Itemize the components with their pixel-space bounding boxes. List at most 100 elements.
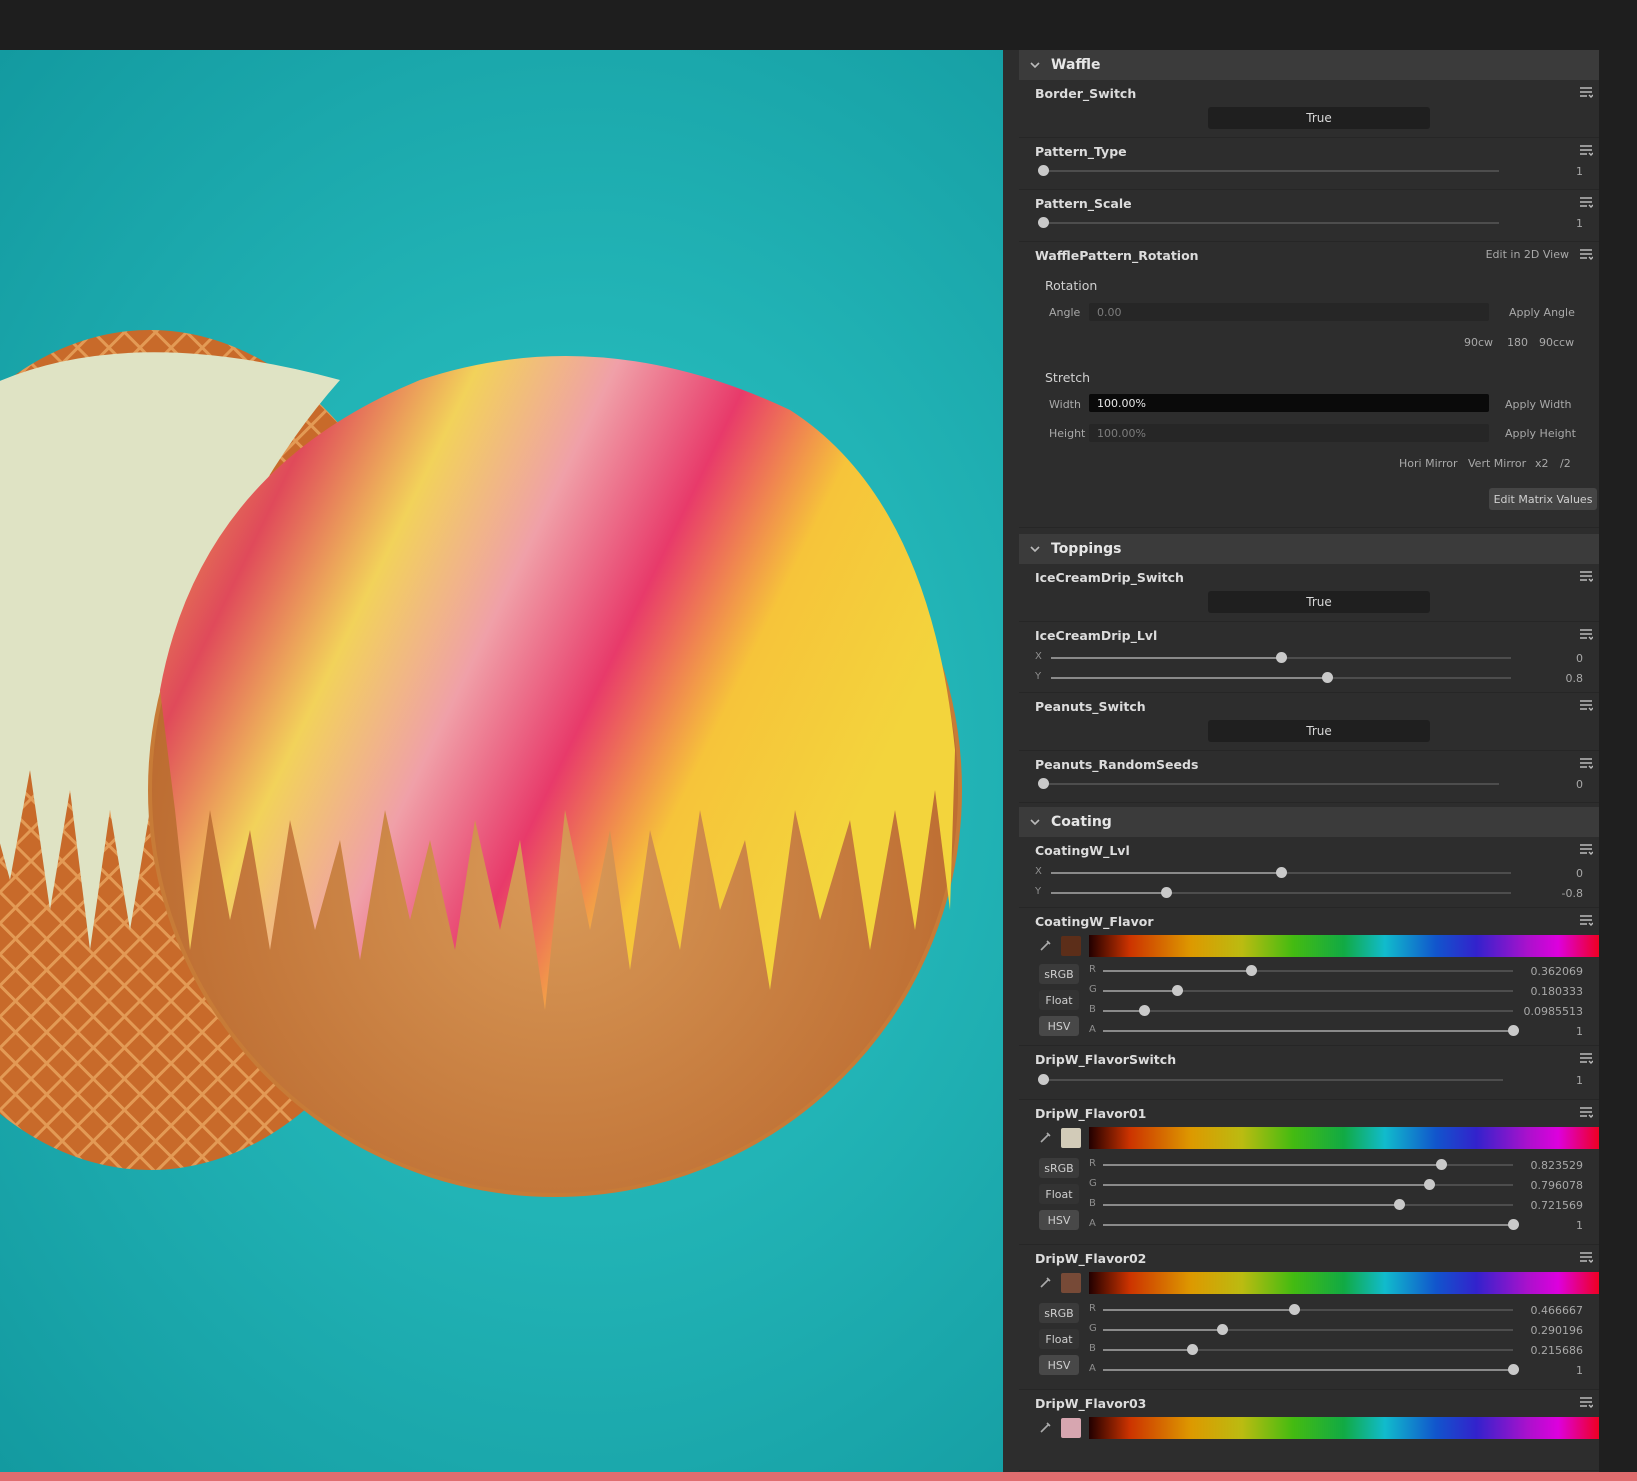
coating-lvl-x-slider[interactable] (1051, 867, 1511, 878)
pattern-scale-slider[interactable] (1038, 217, 1499, 228)
slider-value: 1 (1576, 217, 1583, 230)
hsv-mode-button[interactable]: HSV (1039, 1355, 1079, 1375)
b-slider[interactable] (1103, 1199, 1513, 1210)
g-label: G (1089, 1323, 1097, 1334)
rotate-90cw-button[interactable]: 90cw (1464, 336, 1493, 349)
r-label: R (1089, 964, 1096, 975)
right-edge (1599, 50, 1637, 1472)
param-menu-icon[interactable] (1579, 1250, 1593, 1264)
icecream-lvl-y-slider[interactable] (1051, 672, 1511, 683)
param-menu-icon[interactable] (1579, 756, 1593, 770)
param-menu-icon[interactable] (1579, 85, 1593, 99)
param-menu-icon[interactable] (1579, 1395, 1593, 1409)
color-spectrum[interactable] (1089, 935, 1599, 957)
y-axis-label: Y (1035, 886, 1042, 897)
param-menu-icon[interactable] (1579, 913, 1593, 927)
hsv-mode-button[interactable]: HSV (1039, 1210, 1079, 1230)
color-swatch[interactable] (1061, 1128, 1081, 1148)
width-input[interactable]: 100.00% (1089, 394, 1489, 412)
a-value: 1 (1576, 1219, 1583, 1232)
b-slider[interactable] (1103, 1005, 1513, 1016)
color-spectrum[interactable] (1089, 1417, 1599, 1439)
float-mode-button[interactable]: Float (1039, 1184, 1079, 1204)
a-slider[interactable] (1103, 1364, 1519, 1375)
a-slider[interactable] (1103, 1219, 1519, 1230)
apply-angle-button[interactable]: Apply Angle (1509, 306, 1575, 319)
angle-label: Angle (1049, 306, 1081, 319)
icecream-switch-toggle[interactable]: True (1208, 591, 1430, 613)
param-menu-icon[interactable] (1579, 1051, 1593, 1065)
x-axis-label: X (1035, 651, 1042, 662)
eyedropper-icon[interactable] (1039, 1275, 1053, 1289)
height-input[interactable]: 100.00% (1089, 424, 1489, 442)
color-spectrum[interactable] (1089, 1127, 1599, 1149)
r-slider[interactable] (1103, 1159, 1513, 1170)
color-spectrum[interactable] (1089, 1272, 1599, 1294)
a-slider[interactable] (1103, 1025, 1519, 1036)
color-swatch[interactable] (1061, 1418, 1081, 1438)
section-header-waffle[interactable]: Waffle (1019, 50, 1599, 80)
param-label: CoatingW_Flavor (1035, 914, 1154, 929)
g-slider[interactable] (1103, 1324, 1513, 1335)
edit-in-2d-view-link[interactable]: Edit in 2D View (1486, 248, 1569, 261)
apply-width-button[interactable]: Apply Width (1505, 398, 1572, 411)
param-label: DripW_Flavor02 (1035, 1251, 1147, 1266)
g-slider[interactable] (1103, 1179, 1513, 1190)
section-title: Waffle (1051, 57, 1101, 73)
hsv-mode-button[interactable]: HSV (1039, 1016, 1079, 1036)
param-menu-icon[interactable] (1579, 698, 1593, 712)
b-value: 0.0985513 (1523, 1005, 1584, 1018)
section-header-toppings[interactable]: Toppings (1019, 534, 1599, 564)
rotation-heading: Rotation (1045, 278, 1098, 293)
height-label: Height (1049, 427, 1086, 440)
hori-mirror-button[interactable]: Hori Mirror (1399, 457, 1458, 470)
r-slider[interactable] (1103, 1304, 1513, 1315)
apply-height-button[interactable]: Apply Height (1505, 427, 1576, 440)
peanuts-seeds-slider[interactable] (1038, 778, 1499, 789)
param-menu-icon[interactable] (1579, 569, 1593, 583)
srgb-mode-button[interactable]: sRGB (1039, 1158, 1079, 1178)
param-menu-icon[interactable] (1579, 842, 1593, 856)
b-label: B (1089, 1198, 1096, 1209)
param-menu-icon[interactable] (1579, 247, 1593, 261)
chevron-down-icon (1030, 819, 1040, 826)
param-menu-icon[interactable] (1579, 195, 1593, 209)
param-menu-icon[interactable] (1579, 143, 1593, 157)
drip-switch-slider[interactable] (1038, 1074, 1503, 1085)
pattern-type-slider[interactable] (1038, 165, 1499, 176)
vert-mirror-button[interactable]: Vert Mirror (1468, 457, 1526, 470)
x-axis-label: X (1035, 866, 1042, 877)
param-label: IceCreamDrip_Switch (1035, 570, 1184, 585)
param-menu-icon[interactable] (1579, 1105, 1593, 1119)
float-mode-button[interactable]: Float (1039, 1329, 1079, 1349)
icecream-lvl-x-slider[interactable] (1051, 652, 1511, 663)
float-mode-button[interactable]: Float (1039, 990, 1079, 1010)
slider-value: 0 (1576, 778, 1583, 791)
param-menu-icon[interactable] (1579, 627, 1593, 641)
edit-matrix-values-button[interactable]: Edit Matrix Values (1489, 488, 1597, 510)
eyedropper-icon[interactable] (1039, 938, 1053, 952)
coating-lvl-y-slider[interactable] (1051, 887, 1511, 898)
srgb-mode-button[interactable]: sRGB (1039, 1303, 1079, 1323)
section-header-coating[interactable]: Coating (1019, 807, 1599, 837)
angle-input[interactable]: 0.00 (1089, 303, 1489, 321)
rotate-90ccw-button[interactable]: 90ccw (1539, 336, 1574, 349)
color-swatch[interactable] (1061, 1273, 1081, 1293)
g-slider[interactable] (1103, 985, 1513, 996)
a-label: A (1089, 1024, 1096, 1035)
rotate-180-button[interactable]: 180 (1507, 336, 1528, 349)
border-switch-toggle[interactable]: True (1208, 107, 1430, 129)
color-swatch[interactable] (1061, 936, 1081, 956)
srgb-mode-button[interactable]: sRGB (1039, 964, 1079, 984)
param-label: Pattern_Type (1035, 144, 1127, 159)
param-label: Border_Switch (1035, 86, 1137, 101)
r-slider[interactable] (1103, 965, 1513, 976)
peanuts-switch-toggle[interactable]: True (1208, 720, 1430, 742)
b-slider[interactable] (1103, 1344, 1513, 1355)
eyedropper-icon[interactable] (1039, 1130, 1053, 1144)
param-peanuts-seeds: Peanuts_RandomSeeds 0 (1019, 751, 1599, 803)
3d-viewport[interactable] (0, 50, 1003, 1472)
eyedropper-icon[interactable] (1039, 1420, 1053, 1434)
div2-button[interactable]: /2 (1560, 457, 1571, 470)
x2-button[interactable]: x2 (1535, 457, 1549, 470)
